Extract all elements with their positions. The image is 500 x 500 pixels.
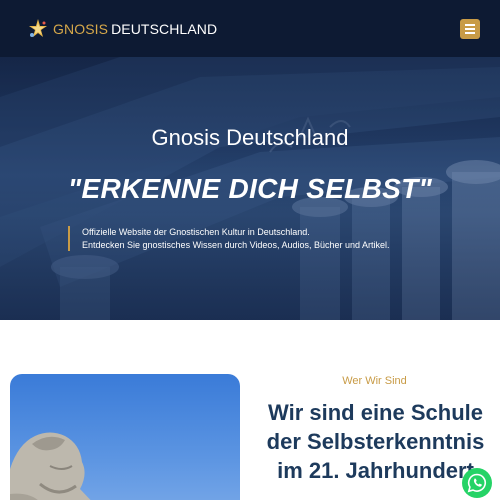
site-logo[interactable]: GNOSIS DEUTSCHLAND <box>27 18 217 40</box>
section-heading-line-3: im 21. Jahrhundert <box>277 458 474 483</box>
logo-text-gnosis: GNOSIS <box>53 20 109 37</box>
hamburger-line <box>465 27 475 30</box>
section-heading: Wir sind eine Schule der Selbsterkenntni… <box>258 398 493 485</box>
logo-text: GNOSIS DEUTSCHLAND <box>53 22 217 36</box>
section-eyebrow: Wer Wir Sind <box>342 375 407 387</box>
hero-section: Gnosis Deutschland "ERKENNE DICH SELBST"… <box>0 57 500 320</box>
hamburger-menu-icon <box>465 23 475 26</box>
whatsapp-button[interactable] <box>462 468 492 498</box>
statue-image <box>10 374 240 500</box>
hero-description-line-1: Offizielle Website der Gnostischen Kultu… <box>82 227 310 237</box>
hero-description-line-2: Entdecken Sie gnostisches Wissen durch V… <box>82 239 390 250</box>
logo-star-icon <box>27 18 49 40</box>
hero-title: Gnosis Deutschland <box>151 125 349 150</box>
whatsapp-icon <box>467 473 486 493</box>
logo-text-deutschland: DEUTSCHLAND <box>111 20 218 37</box>
site-header: GNOSIS DEUTSCHLAND <box>0 0 500 57</box>
hamburger-line <box>465 31 475 34</box>
hamburger-menu-button[interactable] <box>460 18 480 39</box>
section-heading-line-2: der Selbsterkenntnis <box>266 429 485 454</box>
hero-description: Offizielle Website der Gnostischen Kultu… <box>68 226 428 251</box>
section-heading-line-1: Wir sind eine Schule <box>268 400 483 425</box>
hero-quote: "ERKENNE DICH SELBST" <box>67 173 433 204</box>
